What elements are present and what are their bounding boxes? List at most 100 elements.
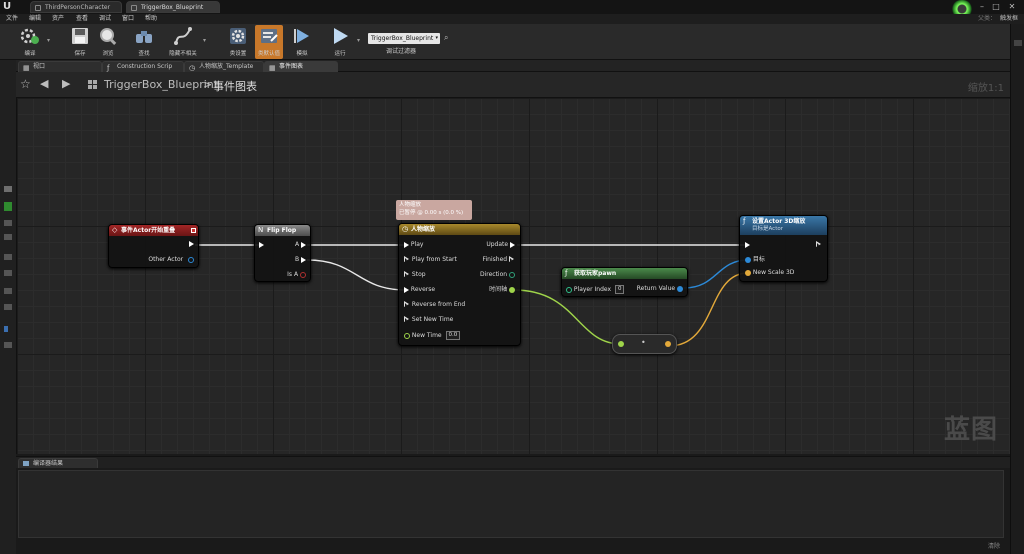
panel-item-icon[interactable] [4, 270, 12, 276]
player-index-input[interactable]: 0 [614, 285, 625, 294]
play-from-start-pin[interactable]: Play from Start [404, 256, 457, 264]
play-pin[interactable]: Play [404, 241, 423, 249]
event-actor-begin-overlap-node[interactable]: ◇ 事件Actor开始重叠 Other Actor [108, 224, 199, 268]
breadcrumb-current: 事件图表 [213, 80, 257, 93]
add-icon[interactable] [4, 202, 12, 211]
exec-pin-icon [404, 316, 410, 323]
player-index-pin[interactable]: Player Index 0 [566, 285, 625, 294]
forward-arrow-icon[interactable]: ▶ [62, 77, 70, 90]
tab-construction-script[interactable]: ƒ Construction Scrip [102, 61, 184, 72]
menu-window[interactable]: 窗口 [122, 14, 134, 24]
panel-item-icon[interactable] [4, 326, 8, 332]
menu-file[interactable]: 文件 [6, 14, 18, 24]
parent-class-value[interactable]: 触发框 [1000, 14, 1018, 24]
debug-filter-label: 调试过滤器 [386, 48, 417, 55]
zoom-level: 缩放1:1 [967, 83, 1004, 94]
tab-viewport[interactable]: ▦ 视口 [18, 61, 102, 72]
update-pin[interactable]: Update [486, 241, 515, 249]
set-actor-scale-node[interactable]: ƒ 设置Actor 3D缩放 目标是Actor 目标 New Scale 3D [739, 215, 828, 282]
b-pin[interactable]: B [295, 256, 306, 264]
vector-pin-icon[interactable] [665, 341, 671, 347]
stop-pin[interactable]: Stop [404, 271, 426, 279]
panel-item-icon[interactable] [4, 220, 12, 226]
close-button[interactable]: ✕ [1006, 1, 1018, 12]
class-settings-button[interactable]: 类设置 [224, 25, 252, 59]
new-time-pin[interactable]: New Time 0.0 [404, 331, 461, 340]
new-time-input[interactable]: 0.0 [445, 331, 461, 340]
panel-item-icon[interactable] [4, 254, 12, 260]
exec-out-pin[interactable] [189, 240, 194, 248]
other-actor-pin[interactable]: Other Actor [148, 256, 194, 264]
menu-debug[interactable]: 调试 [99, 14, 111, 24]
comment-status: 已暂停 @ 0.00 s (0.0 %) [399, 210, 464, 216]
delegate-pin-icon[interactable] [191, 228, 196, 233]
browse-button[interactable]: 浏览 [94, 25, 122, 59]
hide-unrelated-icon [174, 27, 192, 45]
exec-in-pin[interactable] [745, 241, 750, 249]
tab-timeline-template[interactable]: ◷ 人物缩放_Template [184, 61, 264, 72]
save-button[interactable]: 保存 [66, 25, 94, 59]
exec-out-pin[interactable] [816, 241, 822, 249]
timeline-track-pin[interactable]: 时间轴 [489, 286, 515, 294]
minimize-button[interactable]: – [976, 1, 988, 12]
maximize-button[interactable]: □ [990, 1, 1002, 12]
tab-event-graph[interactable]: ▦ 事件图表 [264, 61, 338, 72]
make-vector-node[interactable]: • [612, 334, 677, 354]
a-pin[interactable]: A [295, 241, 306, 249]
back-arrow-icon[interactable]: ◀ [40, 77, 48, 90]
panel-item-icon[interactable] [4, 234, 12, 240]
menu-view[interactable]: 查看 [76, 14, 88, 24]
tab-label: 视口 [33, 63, 46, 70]
float-pin-icon [509, 286, 515, 293]
simulate-button[interactable]: 模拟 [288, 25, 316, 59]
document-tab-thirdpersoncharacter[interactable]: ThirdPersonCharacter [30, 1, 122, 13]
document-tab-triggerbox[interactable]: TriggerBox_Blueprint [126, 1, 220, 13]
class-defaults-button[interactable]: 类默认值 [255, 25, 283, 59]
flip-flop-node[interactable]: N Flip Flop A B Is A [254, 224, 311, 282]
get-player-pawn-node[interactable]: ƒ 获取玩家pawn Player Index 0 Return Value [561, 267, 688, 297]
panel-toggle-icon[interactable] [4, 186, 12, 192]
debug-object-select[interactable]: TriggerBox_Blueprint ▾ [368, 33, 440, 44]
new-scale-3d-pin[interactable]: New Scale 3D [745, 269, 794, 277]
panel-item-icon[interactable] [4, 342, 12, 348]
compiler-results-list[interactable] [18, 470, 1004, 538]
direction-pin[interactable]: Direction [480, 271, 515, 279]
timeline-node[interactable]: ◷ 人物缩放 Play Play from Start Stop Reverse… [398, 223, 521, 346]
target-pin[interactable]: 目标 [745, 256, 765, 264]
float-pin-icon[interactable] [618, 341, 624, 347]
clear-button[interactable]: 清除 [988, 541, 1000, 550]
hide-unrelated-label: 隐藏不相关 [169, 51, 197, 57]
menu-edit[interactable]: 编辑 [29, 14, 41, 24]
star-icon[interactable]: ☆ [20, 77, 31, 91]
is-a-pin[interactable]: Is A [287, 271, 306, 279]
chevron-down-icon[interactable]: ▾ [47, 37, 50, 44]
reverse-from-end-pin[interactable]: Reverse from End [404, 301, 465, 309]
int-pin-icon [566, 286, 572, 293]
node-header: ƒ 获取玩家pawn [562, 268, 687, 279]
panel-collapse-icon[interactable] [1014, 40, 1022, 46]
set-new-time-pin[interactable]: Set New Time [404, 316, 453, 324]
pin-label: Return Value [636, 285, 676, 292]
find-button[interactable]: 查找 [130, 25, 158, 59]
exec-pin-icon [301, 241, 306, 248]
exec-in-pin[interactable] [259, 241, 264, 249]
finished-pin[interactable]: Finished [482, 256, 515, 264]
simulate-icon [294, 29, 309, 43]
chevron-down-icon[interactable]: ▾ [357, 37, 360, 44]
menu-help[interactable]: 帮助 [145, 14, 157, 24]
compile-button[interactable]: 编译 ▾ [16, 25, 50, 59]
compile-icon [20, 28, 39, 44]
return-value-pin[interactable]: Return Value [637, 285, 683, 293]
breadcrumb-blueprint[interactable]: TriggerBox_Blueprint [104, 78, 218, 91]
chevron-down-icon[interactable]: ▾ [203, 37, 206, 44]
panel-item-icon[interactable] [4, 288, 12, 294]
pin-label: Finished [482, 256, 508, 263]
blueprint-icon [131, 5, 137, 11]
reverse-pin[interactable]: Reverse [404, 286, 435, 294]
play-button[interactable]: 运行 ▾ [326, 25, 360, 59]
menu-asset[interactable]: 资产 [52, 14, 64, 24]
exec-pin-icon [404, 256, 410, 263]
debug-search-icon[interactable]: ⌕ [444, 33, 448, 43]
panel-item-icon[interactable] [4, 304, 12, 310]
hide-unrelated-button[interactable]: 隐藏不相关 ▾ [166, 25, 206, 59]
